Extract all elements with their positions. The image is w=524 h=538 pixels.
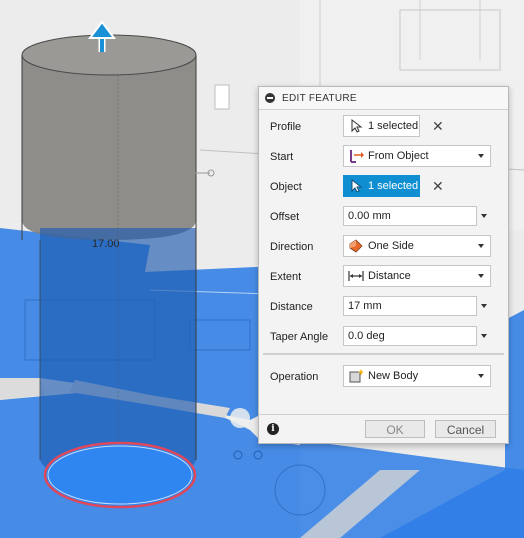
distance-icon bbox=[348, 268, 364, 284]
offset-label: Offset bbox=[270, 211, 300, 223]
profile-value: 1 selected bbox=[368, 120, 419, 132]
row-taper-angle: Taper Angle 0.0 deg bbox=[259, 322, 508, 352]
row-object: Object 1 selected ✕ bbox=[259, 172, 508, 202]
new-body-icon bbox=[348, 368, 364, 384]
info-icon[interactable]: i bbox=[267, 423, 279, 435]
profile-select-button[interactable]: 1 selected bbox=[343, 115, 420, 137]
offset-chevron-down-icon[interactable] bbox=[481, 214, 487, 218]
panel-titlebar[interactable]: EDIT FEATURE bbox=[259, 87, 508, 110]
extent-value: Distance bbox=[368, 270, 411, 282]
cursor-icon bbox=[348, 118, 364, 134]
row-operation: Operation New Body bbox=[259, 362, 508, 392]
from-object-icon bbox=[348, 148, 364, 164]
taper-angle-label: Taper Angle bbox=[270, 331, 329, 343]
start-value: From Object bbox=[368, 150, 429, 162]
row-offset: Offset 0.00 mm bbox=[259, 202, 508, 232]
distance-value: 17 mm bbox=[348, 300, 382, 312]
row-distance: Distance 17 mm bbox=[259, 292, 508, 322]
distance-input[interactable]: 17 mm bbox=[343, 296, 477, 316]
taper-chevron-down-icon[interactable] bbox=[481, 334, 487, 338]
chevron-down-icon bbox=[478, 374, 484, 378]
profile-ellipse[interactable] bbox=[43, 441, 197, 509]
clear-profile-icon[interactable]: ✕ bbox=[432, 119, 444, 133]
edit-feature-panel: EDIT FEATURE Profile 1 selected ✕ Start … bbox=[258, 86, 509, 444]
chevron-down-icon bbox=[478, 154, 484, 158]
direction-dropdown[interactable]: One Side bbox=[343, 235, 491, 257]
taper-angle-value: 0.0 deg bbox=[348, 330, 385, 342]
object-select-button[interactable]: 1 selected bbox=[343, 175, 420, 197]
dimension-label: 17.00 bbox=[92, 238, 120, 250]
row-extent: Extent Distance bbox=[259, 262, 508, 292]
extent-dropdown[interactable]: Distance bbox=[343, 265, 491, 287]
divider bbox=[263, 353, 504, 355]
profile-label: Profile bbox=[270, 121, 302, 133]
operation-dropdown[interactable]: New Body bbox=[343, 365, 491, 387]
row-start: Start From Object bbox=[259, 142, 508, 172]
cylinder-body[interactable] bbox=[21, 34, 197, 478]
panel-title: EDIT FEATURE bbox=[282, 92, 357, 104]
start-label: Start bbox=[270, 151, 294, 163]
operation-value: New Body bbox=[368, 370, 419, 382]
collapse-icon[interactable] bbox=[265, 93, 275, 103]
extent-label: Extent bbox=[270, 271, 302, 283]
cancel-button[interactable]: Cancel bbox=[435, 420, 496, 438]
direction-value: One Side bbox=[368, 240, 414, 252]
offset-input[interactable]: 0.00 mm bbox=[343, 206, 477, 226]
panel-footer: i OK Cancel bbox=[259, 414, 508, 443]
distance-label: Distance bbox=[270, 301, 313, 313]
taper-angle-input[interactable]: 0.0 deg bbox=[343, 326, 477, 346]
chevron-down-icon bbox=[478, 274, 484, 278]
start-dropdown[interactable]: From Object bbox=[343, 145, 491, 167]
row-profile: Profile 1 selected ✕ bbox=[259, 112, 508, 142]
offset-value: 0.00 mm bbox=[348, 210, 391, 222]
object-label: Object bbox=[270, 181, 302, 193]
clear-object-icon[interactable]: ✕ bbox=[432, 179, 444, 193]
ok-button[interactable]: OK bbox=[365, 420, 425, 438]
row-direction: Direction One Side bbox=[259, 232, 508, 262]
object-value: 1 selected bbox=[368, 180, 419, 192]
direction-label: Direction bbox=[270, 241, 314, 253]
chevron-down-icon bbox=[478, 244, 484, 248]
view-tab[interactable] bbox=[214, 84, 230, 110]
operation-label: Operation bbox=[270, 371, 319, 383]
one-side-icon bbox=[348, 238, 364, 254]
cursor-icon bbox=[348, 178, 364, 194]
distance-chevron-down-icon[interactable] bbox=[481, 304, 487, 308]
